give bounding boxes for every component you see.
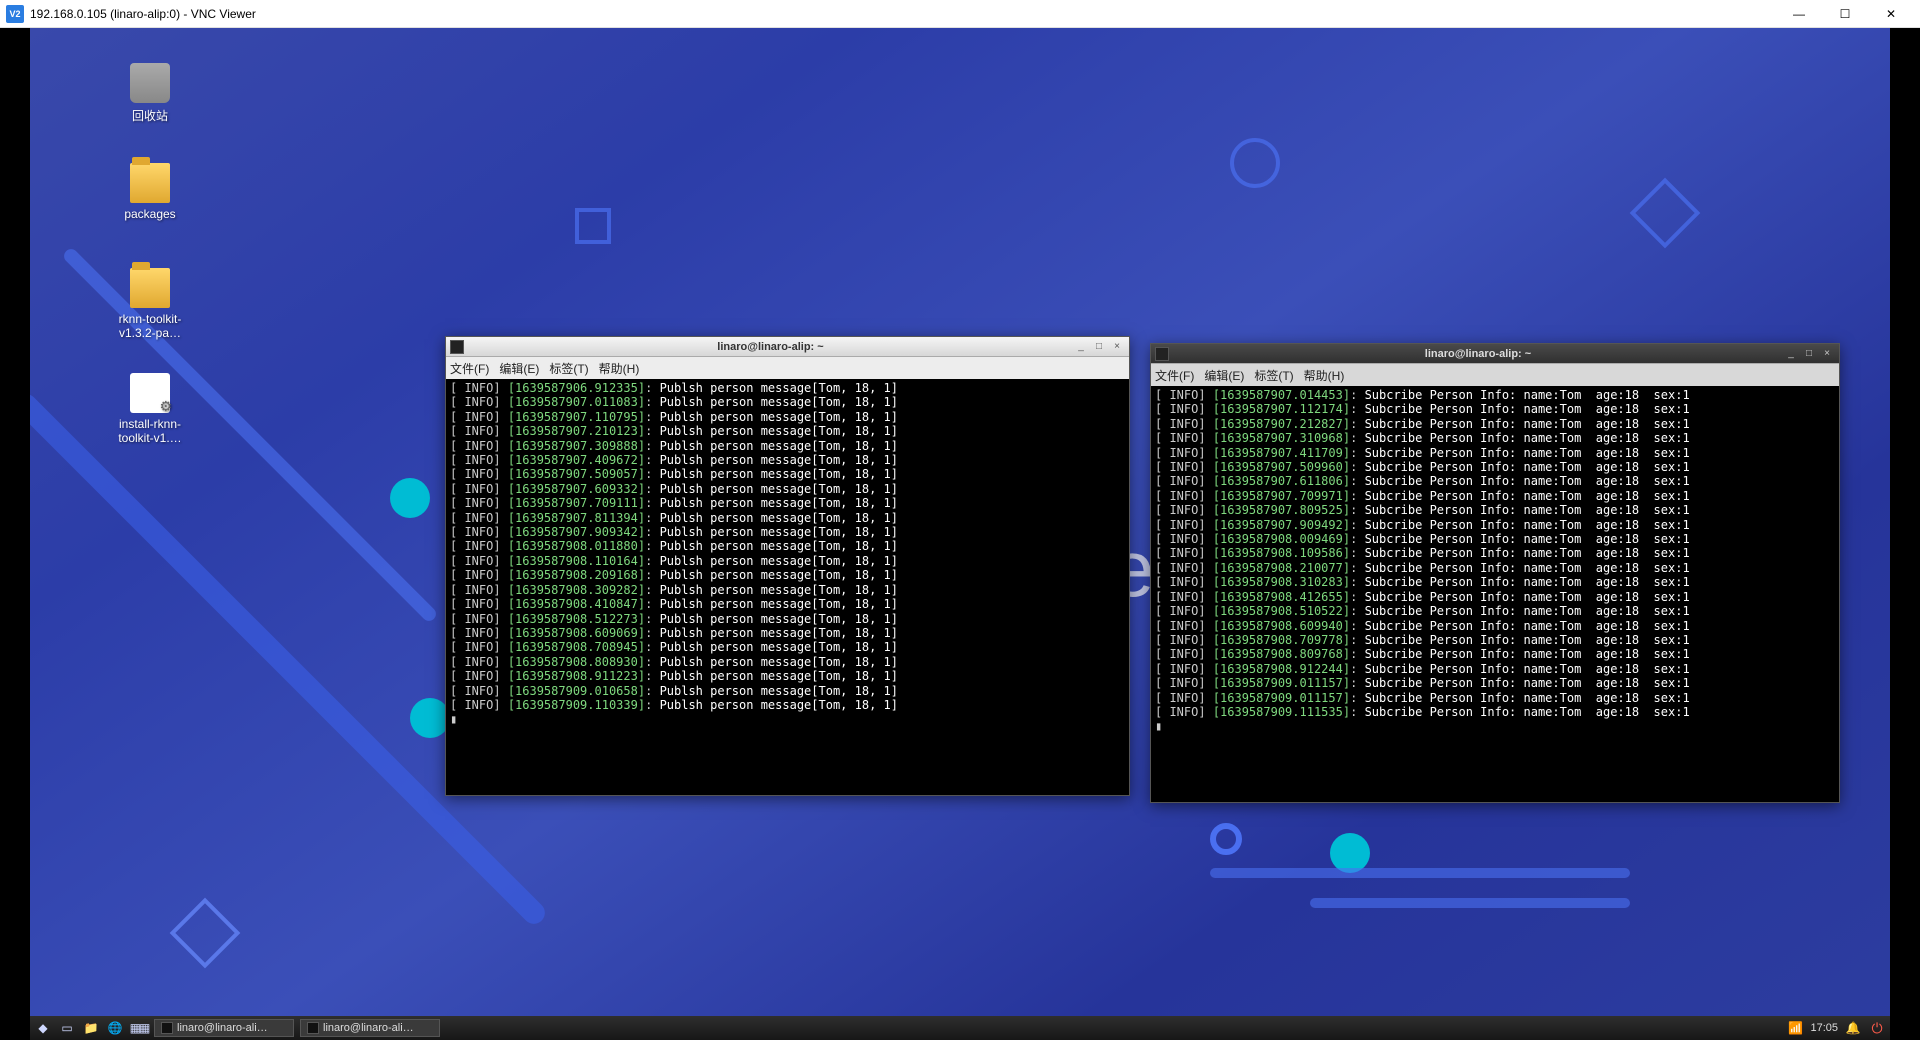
terminal-menubar: 文件(F) 编辑(E) 标签(T) 帮助(H)	[1151, 364, 1839, 386]
terminal-body[interactable]: [ INFO] [1639587906.912335]: Publsh pers…	[446, 379, 1129, 795]
desktop-icon-packages[interactable]: packages	[105, 163, 195, 221]
terminal-subscriber[interactable]: linaro@linaro-alip: ~ _ □ × 文件(F) 编辑(E) …	[1150, 343, 1840, 803]
bg-shape	[170, 898, 241, 969]
bg-shape	[1210, 823, 1242, 855]
icon-label: rknn-toolkit-v1.3.2-pa…	[105, 312, 195, 340]
trash-icon	[130, 63, 170, 103]
win-maximize-button[interactable]: ☐	[1822, 0, 1868, 28]
menu-file[interactable]: 文件(F)	[450, 360, 489, 377]
browser-icon[interactable]: 🌐	[106, 1019, 124, 1037]
win-close-button[interactable]: ✕	[1868, 0, 1914, 28]
bg-shape	[1330, 833, 1370, 873]
vnc-content: e 回收站 packages rknn-toolkit-v1.3.2-pa… i…	[0, 28, 1920, 1040]
network-icon[interactable]: 📶	[1786, 1019, 1804, 1037]
taskbar-item-label: linaro@linaro-ali…	[177, 1022, 268, 1034]
bg-shape	[1210, 868, 1630, 878]
vnc-titlebar[interactable]: V2 192.168.0.105 (linaro-alip:0) - VNC V…	[0, 0, 1920, 28]
bg-shape	[575, 208, 611, 244]
terminal-max-button[interactable]: □	[1091, 340, 1107, 354]
bg-shape	[1630, 178, 1701, 249]
folder-icon	[130, 163, 170, 203]
taskbar[interactable]: ◆ ▭ 📁 🌐 ▦▦ linaro@linaro-ali… linaro@lin…	[30, 1016, 1890, 1040]
power-icon[interactable]: ⏻	[1868, 1019, 1886, 1037]
menu-tabs[interactable]: 标签(T)	[549, 360, 588, 377]
start-menu-icon[interactable]: ◆	[34, 1019, 52, 1037]
terminal-menubar: 文件(F) 编辑(E) 标签(T) 帮助(H)	[446, 357, 1129, 379]
menu-help[interactable]: 帮助(H)	[1304, 367, 1345, 384]
script-icon	[130, 373, 170, 413]
menu-edit[interactable]: 编辑(E)	[1204, 367, 1244, 384]
desktop-icon-rknn-toolkit[interactable]: rknn-toolkit-v1.3.2-pa…	[105, 268, 195, 340]
terminal-max-button[interactable]: □	[1801, 347, 1817, 361]
workspace-switcher-icon[interactable]: ▦▦	[130, 1019, 148, 1037]
vnc-window: V2 192.168.0.105 (linaro-alip:0) - VNC V…	[0, 0, 1920, 1040]
terminal-titlebar[interactable]: linaro@linaro-alip: ~ _ □ ×	[446, 337, 1129, 357]
remote-desktop[interactable]: e 回收站 packages rknn-toolkit-v1.3.2-pa… i…	[30, 28, 1890, 1040]
icon-label: 回收站	[132, 107, 168, 124]
terminal-icon	[450, 340, 464, 354]
menu-edit[interactable]: 编辑(E)	[499, 360, 539, 377]
icon-label: install-rknn-toolkit-v1.…	[105, 417, 195, 445]
terminal-titlebar[interactable]: linaro@linaro-alip: ~ _ □ ×	[1151, 344, 1839, 364]
clock[interactable]: 17:05	[1810, 1022, 1838, 1034]
terminal-title: linaro@linaro-alip: ~	[1175, 348, 1781, 360]
terminal-icon	[161, 1022, 173, 1034]
terminal-title: linaro@linaro-alip: ~	[470, 341, 1071, 353]
terminal-icon	[1155, 347, 1169, 361]
terminal-min-button[interactable]: _	[1073, 340, 1089, 354]
menu-help[interactable]: 帮助(H)	[599, 360, 640, 377]
notifications-icon[interactable]: 🔔	[1844, 1019, 1862, 1037]
terminal-body[interactable]: [ INFO] [1639587907.014453]: Subcribe Pe…	[1151, 386, 1839, 802]
win-minimize-button[interactable]: —	[1776, 0, 1822, 28]
taskbar-item-label: linaro@linaro-ali…	[323, 1022, 414, 1034]
menu-tabs[interactable]: 标签(T)	[1254, 367, 1293, 384]
desktop-icon-recycle[interactable]: 回收站	[105, 63, 195, 124]
system-tray: 📶 17:05 🔔 ⏻	[1786, 1019, 1886, 1037]
bg-shape	[410, 698, 450, 738]
terminal-close-button[interactable]: ×	[1819, 347, 1835, 361]
icon-label: packages	[124, 207, 175, 221]
vnc-title: 192.168.0.105 (linaro-alip:0) - VNC View…	[30, 7, 1776, 21]
folder-icon	[130, 268, 170, 308]
terminal-publisher[interactable]: linaro@linaro-alip: ~ _ □ × 文件(F) 编辑(E) …	[445, 336, 1130, 796]
vnc-app-icon: V2	[6, 5, 24, 23]
show-desktop-icon[interactable]: ▭	[58, 1019, 76, 1037]
bg-shape	[1230, 138, 1280, 188]
bg-shape	[390, 478, 430, 518]
menu-file[interactable]: 文件(F)	[1155, 367, 1194, 384]
terminal-close-button[interactable]: ×	[1109, 340, 1125, 354]
taskbar-item[interactable]: linaro@linaro-ali…	[300, 1019, 440, 1037]
desktop-icon-install-script[interactable]: install-rknn-toolkit-v1.…	[105, 373, 195, 445]
terminal-min-button[interactable]: _	[1783, 347, 1799, 361]
terminal-icon	[307, 1022, 319, 1034]
taskbar-item[interactable]: linaro@linaro-ali…	[154, 1019, 294, 1037]
bg-shape	[1310, 898, 1630, 908]
file-manager-icon[interactable]: 📁	[82, 1019, 100, 1037]
